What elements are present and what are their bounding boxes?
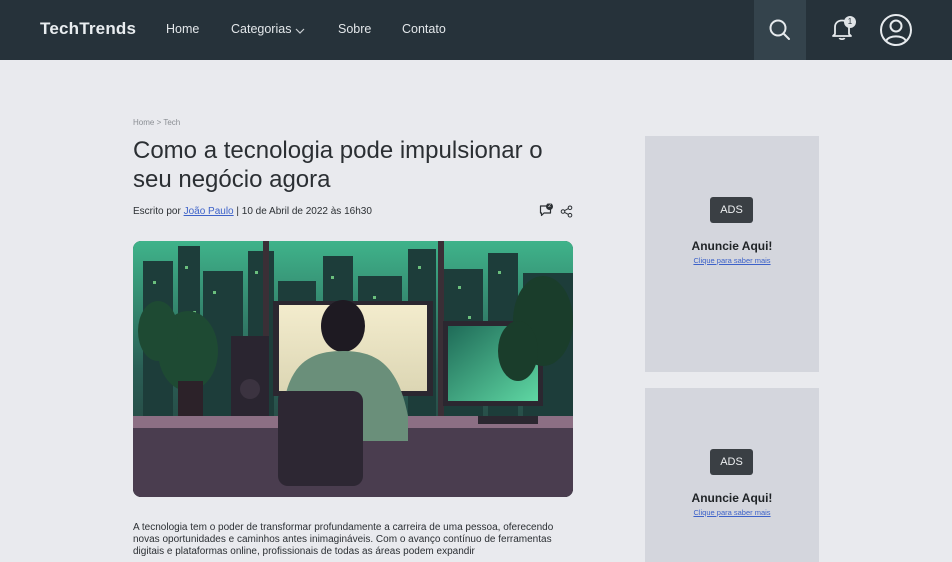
article-hero-image (133, 241, 573, 497)
top-navbar: TechTrends Home Categorias Sobre Contato… (0, 0, 952, 60)
nav-contact[interactable]: Contato (402, 22, 446, 36)
comment-count-badge: 2 (546, 203, 553, 210)
byline-date: | 10 de Abril de 2022 às 16h30 (233, 206, 372, 217)
ad-banner[interactable]: ADS Anuncie Aqui! Clique para saber mais (645, 136, 819, 372)
profile-button[interactable] (879, 13, 913, 52)
article-title: Como a tecnologia pode impulsionar o seu… (133, 137, 543, 193)
nav-categories[interactable]: Categorias (231, 22, 305, 36)
share-button[interactable] (560, 205, 573, 223)
chevron-down-icon (295, 23, 305, 37)
ads-tag: ADS (710, 449, 753, 475)
nav-categories-label: Categorias (231, 22, 292, 36)
ad-title: Anuncie Aqui! (691, 239, 773, 253)
user-icon (880, 14, 912, 46)
nav-about[interactable]: Sobre (338, 22, 371, 36)
article-byline: Escrito por João Paulo | 10 de Abril de … (133, 206, 372, 217)
byline-prefix: Escrito por (133, 206, 184, 217)
ad-learn-more-link[interactable]: Clique para saber mais (645, 508, 819, 517)
brand-logo[interactable]: TechTrends (40, 19, 136, 39)
nav-home[interactable]: Home (166, 22, 199, 36)
breadcrumb[interactable]: Home > Tech (133, 118, 180, 127)
search-icon (769, 19, 790, 40)
author-link[interactable]: João Paulo (184, 206, 234, 217)
article-body: A tecnologia tem o poder de transformar … (133, 522, 554, 557)
search-button[interactable] (754, 0, 806, 60)
ad-title: Anuncie Aqui! (691, 491, 773, 505)
ad-banner[interactable]: ADS Anuncie Aqui! Clique para saber mais (645, 388, 819, 562)
ads-tag: ADS (710, 197, 753, 223)
notification-count-badge: 1 (844, 16, 856, 28)
ad-learn-more-link[interactable]: Clique para saber mais (645, 256, 819, 265)
share-icon (560, 205, 573, 218)
